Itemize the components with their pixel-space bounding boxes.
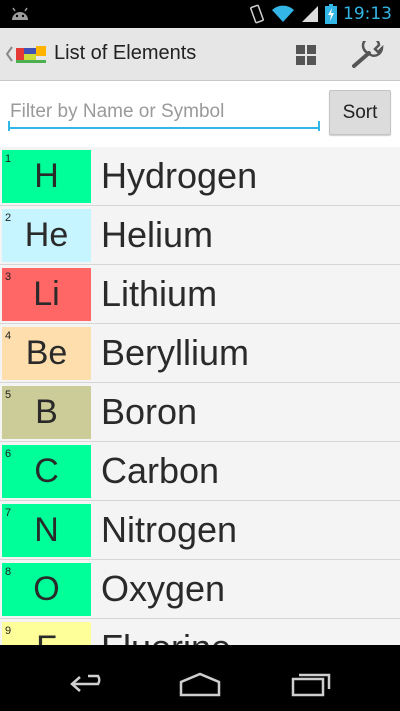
wifi-icon	[272, 5, 294, 22]
grid-view-button[interactable]	[288, 40, 324, 70]
element-name: Fluorine	[101, 624, 231, 645]
filter-input[interactable]	[8, 97, 320, 129]
up-caret-icon[interactable]	[4, 44, 14, 64]
element-name: Nitrogen	[101, 509, 238, 550]
list-item[interactable]: 5 B Boron	[0, 383, 400, 442]
navigation-bar	[0, 657, 400, 711]
action-bar: List of Elements	[0, 28, 400, 81]
list-item[interactable]: 7 N Nitrogen	[0, 501, 400, 560]
sort-button[interactable]: Sort	[329, 90, 391, 135]
element-name: Beryllium	[101, 332, 250, 373]
element-name: Carbon	[101, 450, 220, 491]
element-symbol: C	[34, 452, 59, 490]
element-tile: 3 Li	[2, 268, 91, 321]
vibrate-icon	[250, 4, 264, 24]
element-symbol: O	[33, 570, 60, 608]
battery-charging-icon	[325, 4, 337, 24]
signal-icon	[302, 6, 318, 22]
element-tile: 2 He	[2, 209, 91, 262]
element-tile: 7 N	[2, 504, 91, 557]
list-item[interactable]: 2 He Helium	[0, 206, 400, 265]
element-tile: 6 C	[2, 445, 91, 498]
filter-row: Sort	[0, 81, 400, 147]
list-item[interactable]: 3 Li Lithium	[0, 265, 400, 324]
element-tile: 8 O	[2, 563, 91, 616]
list-item[interactable]: 8 O Oxygen	[0, 560, 400, 619]
element-tile: 5 B	[2, 386, 91, 439]
page-title: List of Elements	[54, 42, 197, 64]
status-time: 19:13	[343, 4, 392, 24]
grid-view-icon	[296, 45, 316, 65]
home-icon[interactable]	[178, 671, 222, 697]
list-item[interactable]: 9 F Fluorine	[0, 619, 400, 645]
element-symbol: Be	[25, 334, 68, 372]
list-item[interactable]: 6 C Carbon	[0, 442, 400, 501]
list-item[interactable]: 4 Be Beryllium	[0, 324, 400, 383]
wrench-settings-icon	[352, 41, 384, 68]
element-symbol: N	[34, 511, 59, 549]
element-tile: 1 H	[2, 150, 91, 203]
element-name: Lithium	[101, 273, 218, 314]
element-name: Boron	[101, 391, 198, 432]
status-icons: 19:13	[249, 3, 392, 25]
element-symbol: B	[35, 393, 58, 431]
android-icon	[12, 7, 28, 20]
list-item[interactable]: 1 H Hydrogen	[0, 147, 400, 206]
element-name: Oxygen	[101, 568, 226, 609]
element-name: Helium	[101, 214, 214, 255]
element-symbol: He	[24, 216, 69, 254]
filter-underline-left	[8, 121, 10, 131]
settings-button[interactable]	[348, 38, 388, 72]
back-icon[interactable]	[68, 671, 110, 697]
element-tile: 4 Be	[2, 327, 91, 380]
app-logo-icon[interactable]	[16, 44, 46, 64]
element-symbol: F	[2, 622, 91, 645]
element-list[interactable]: 1 H Hydrogen 2 He Helium 3 Li Lithium 4 …	[0, 147, 400, 645]
status-bar: 19:13	[0, 0, 400, 28]
element-symbol: Li	[33, 275, 60, 313]
element-name: Hydrogen	[101, 155, 258, 196]
recent-apps-icon[interactable]	[290, 671, 332, 697]
element-tile: 9 F	[2, 622, 91, 645]
list-bottom-gap	[0, 645, 400, 657]
filter-underline-right	[318, 121, 320, 131]
element-symbol: H	[34, 157, 59, 195]
